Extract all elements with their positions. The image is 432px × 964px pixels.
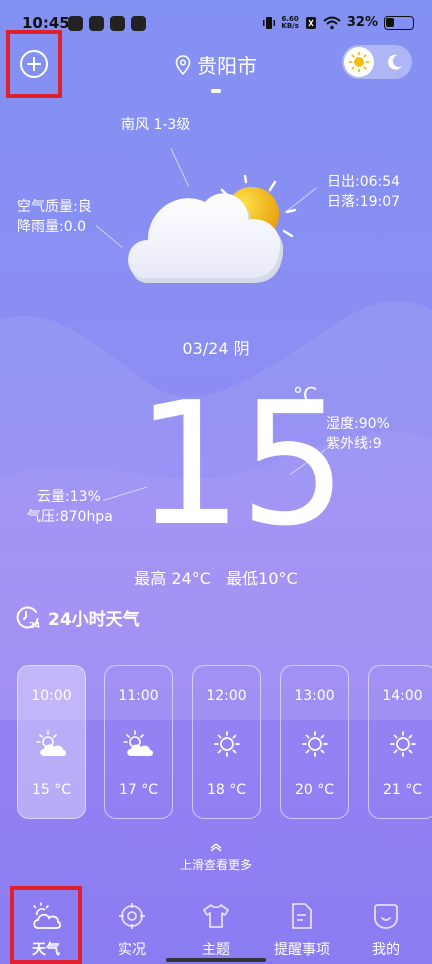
high-temp: 最高 24°C	[134, 569, 211, 588]
hour-time: 13:00	[294, 688, 335, 704]
shirt-icon	[176, 902, 256, 930]
clock-24-icon: 24	[16, 605, 40, 630]
swipe-up-hint[interactable]: 上滑查看更多	[0, 842, 432, 873]
wind-label: 南风 1-3级	[121, 117, 191, 133]
nav-theme[interactable]: 主题	[176, 888, 256, 964]
pressure-label: 气压:870hpa	[27, 509, 113, 525]
hour-time: 14:00	[382, 688, 423, 704]
sunny-icon	[193, 730, 260, 758]
uv-label: 紫外线:9	[326, 436, 382, 452]
hour-card[interactable]: 10:00 15 °C	[17, 665, 86, 819]
wifi-icon	[323, 16, 341, 29]
nav-label: 提醒事项	[274, 942, 330, 958]
hourly-section-title: 24 24小时天气	[16, 605, 140, 630]
humidity-label: 湿度:90%	[326, 416, 390, 432]
nfc-icon	[305, 16, 316, 29]
live-target-icon	[92, 902, 172, 930]
hour-card[interactable]: 12:00 18 °C	[192, 665, 261, 819]
sunset-label: 日落:19:07	[327, 194, 401, 210]
mail-notification-icon	[89, 16, 104, 31]
nav-label: 实况	[118, 942, 146, 958]
nav-label: 我的	[372, 942, 400, 958]
hour-time: 10:00	[31, 688, 72, 704]
partly-cloudy-icon	[105, 730, 172, 758]
temperature-unit: °C	[293, 383, 317, 407]
toggle-knob	[344, 47, 374, 77]
link-notification-icon	[110, 16, 125, 31]
partly-cloudy-icon	[18, 730, 85, 758]
notification-icons	[68, 16, 146, 31]
hour-card[interactable]: 14:00 21 °C	[368, 665, 432, 819]
hour-time: 11:00	[118, 688, 159, 704]
app-notification-icon	[68, 16, 83, 31]
sunny-icon	[369, 730, 432, 758]
document-icon	[262, 902, 342, 930]
nav-profile[interactable]: 我的	[346, 888, 426, 964]
chevron-up-icon	[210, 843, 222, 852]
hourly-title: 24小时天气	[48, 610, 140, 630]
sunrise-label: 日出:06:54	[327, 174, 401, 190]
home-indicator[interactable]	[166, 958, 266, 962]
battery-fill	[386, 17, 394, 27]
nav-live[interactable]: 实况	[92, 888, 172, 964]
status-right: 6.60 KB/s 32%	[263, 15, 414, 30]
air-quality-label: 空气质量:良	[17, 199, 92, 215]
hour-temp: 15 °C	[31, 782, 72, 798]
low-temp: 最低10°C	[226, 569, 298, 588]
net-speed: 6.60 KB/s	[281, 15, 299, 30]
net-speed-unit: KB/s	[281, 21, 299, 30]
cloud-sun-illustration	[128, 174, 297, 283]
battery-icon	[384, 15, 414, 30]
hourly-forecast-list[interactable]: 10:00 15 °C 11:00 17 °C 12:00 18 °C 13:0…	[17, 665, 432, 820]
hour-card[interactable]: 13:00 20 °C	[280, 665, 349, 819]
temp-range: 最高 24°C 最低10°C	[0, 565, 432, 589]
hour-time: 12:00	[206, 688, 247, 704]
battery-percent: 32%	[346, 15, 378, 30]
nav-label: 主题	[202, 942, 230, 958]
cloud-cover-label: 云量:13%	[37, 489, 101, 505]
swipe-hint-text: 上滑查看更多	[179, 858, 252, 872]
hour-temp: 17 °C	[118, 782, 159, 798]
theme-toggle[interactable]	[342, 45, 412, 79]
hour-temp: 21 °C	[382, 782, 423, 798]
nav-weather-highlight-box	[10, 886, 82, 964]
profile-icon	[346, 902, 426, 930]
vibrate-icon	[263, 16, 276, 29]
svg-text:24: 24	[29, 621, 40, 630]
date-condition: 03/24 阴	[182, 339, 250, 358]
hour-card[interactable]: 11:00 17 °C	[104, 665, 173, 819]
rainfall-label: 降雨量:0.0	[17, 219, 86, 235]
page-indicator	[211, 89, 221, 93]
sunny-icon	[281, 730, 348, 758]
sun-icon	[348, 51, 370, 73]
nav-reminders[interactable]: 提醒事项	[262, 888, 342, 964]
tiktok-notification-icon	[131, 16, 146, 31]
location-pin-icon	[175, 54, 191, 75]
hour-temp: 20 °C	[294, 782, 335, 798]
moon-icon	[388, 54, 402, 70]
hour-temp: 18 °C	[206, 782, 247, 798]
city-name: 贵阳市	[197, 54, 257, 78]
